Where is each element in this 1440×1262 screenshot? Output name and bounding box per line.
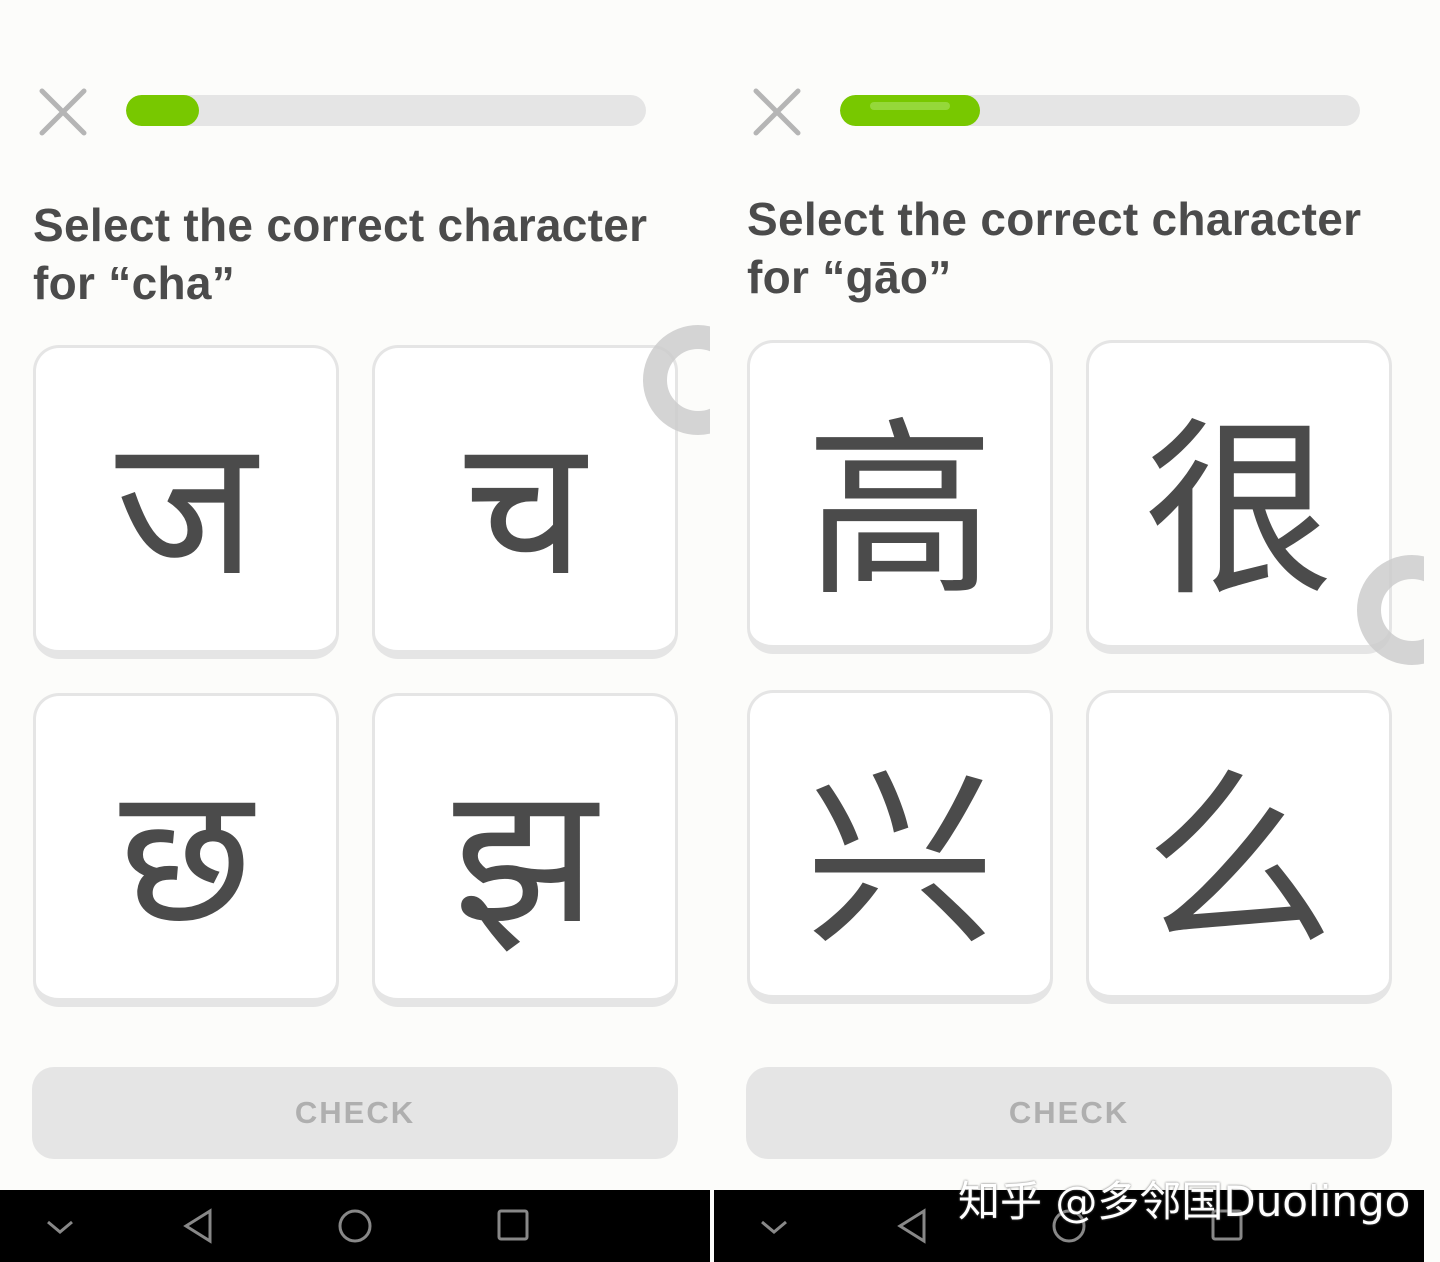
option-card[interactable]: 很 [1086, 340, 1392, 654]
home-icon[interactable] [337, 1208, 373, 1244]
chevron-down-icon[interactable] [759, 1208, 789, 1244]
close-icon[interactable] [38, 87, 88, 137]
android-nav-bar [0, 1190, 710, 1262]
option-card[interactable]: छ [33, 693, 339, 1007]
back-icon[interactable] [180, 1208, 216, 1244]
progress-bar [840, 95, 1360, 126]
lesson-screen-chinese: Select the correct character for “gāo” 高 … [714, 0, 1424, 1190]
check-button[interactable]: CHECK [746, 1067, 1392, 1159]
option-card[interactable]: च [372, 345, 678, 659]
prompt-title: Select the correct character for “cha” [33, 199, 648, 309]
chevron-down-icon[interactable] [45, 1208, 75, 1244]
check-button[interactable]: CHECK [32, 1067, 678, 1159]
back-icon[interactable] [894, 1208, 930, 1244]
option-card[interactable]: 么 [1086, 690, 1392, 1004]
progress-bar [126, 95, 646, 126]
close-icon[interactable] [752, 87, 802, 137]
option-card[interactable]: 兴 [747, 690, 1053, 1004]
option-card[interactable]: झ [372, 693, 678, 1007]
watermark: 知乎 @多邻国Duolingo [958, 1177, 1411, 1226]
recents-icon[interactable] [496, 1208, 532, 1244]
option-card[interactable]: ज [33, 345, 339, 659]
lesson-screen-hindi: Select the correct character for “cha” ज … [0, 0, 710, 1190]
prompt-title: Select the correct character for “gāo” [747, 193, 1362, 303]
option-card[interactable]: 高 [747, 340, 1053, 654]
progress-fill [840, 95, 981, 126]
progress-fill [126, 95, 199, 126]
